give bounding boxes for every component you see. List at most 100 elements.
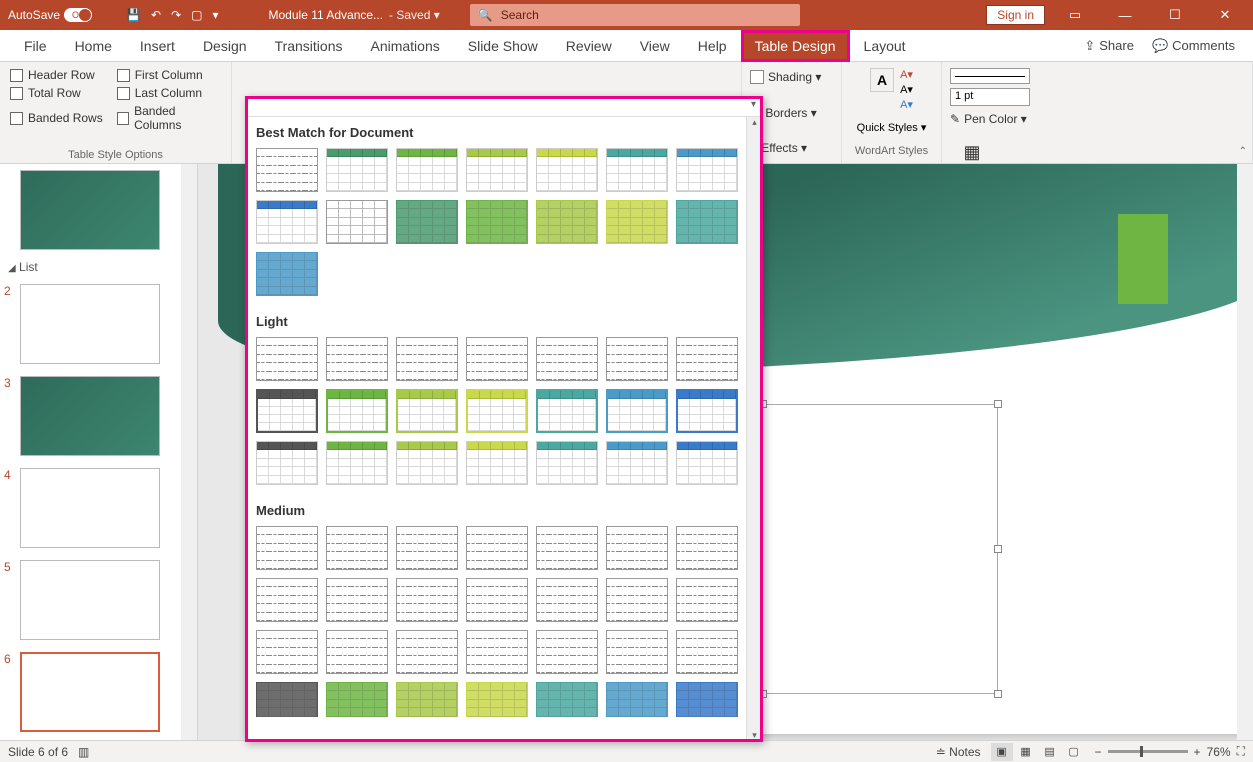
- tab-design[interactable]: Design: [189, 30, 261, 62]
- tab-help[interactable]: Help: [684, 30, 741, 62]
- zoom-in-button[interactable]: +: [1194, 745, 1201, 759]
- table-style-thumb[interactable]: [396, 389, 458, 433]
- table-style-thumb[interactable]: [326, 630, 388, 674]
- text-outline-icon[interactable]: A▾: [900, 83, 913, 96]
- undo-icon[interactable]: ↶: [151, 8, 161, 22]
- table-style-thumb[interactable]: [606, 148, 668, 192]
- table-style-thumb[interactable]: [396, 200, 458, 244]
- table-style-thumb[interactable]: [466, 200, 528, 244]
- share-button[interactable]: ⇪Share: [1076, 34, 1142, 58]
- sign-in-button[interactable]: Sign in: [986, 5, 1045, 25]
- total-row-checkbox[interactable]: Total Row: [10, 86, 103, 100]
- table-style-thumb[interactable]: [676, 389, 738, 433]
- table-style-thumb[interactable]: [326, 389, 388, 433]
- text-fill-icon[interactable]: A▾: [900, 68, 913, 81]
- table-style-thumb[interactable]: [326, 441, 388, 485]
- shading-button[interactable]: Shading ▾: [750, 68, 833, 86]
- table-style-thumb[interactable]: [676, 578, 738, 622]
- tab-view[interactable]: View: [626, 30, 684, 62]
- tab-slideshow[interactable]: Slide Show: [454, 30, 552, 62]
- reading-view-button[interactable]: ▤: [1039, 743, 1061, 761]
- gallery-scroll-area[interactable]: Best Match for Document Light Medium Dar…: [246, 117, 762, 717]
- normal-view-button[interactable]: ▣: [991, 743, 1013, 761]
- table-style-thumb[interactable]: [536, 441, 598, 485]
- tab-layout[interactable]: Layout: [850, 30, 920, 62]
- banded-rows-checkbox[interactable]: Banded Rows: [10, 104, 103, 132]
- tab-file[interactable]: File: [10, 30, 61, 62]
- pen-style-select[interactable]: [950, 68, 1030, 84]
- table-style-thumb[interactable]: [256, 682, 318, 717]
- header-row-checkbox[interactable]: Header Row: [10, 68, 103, 82]
- save-status[interactable]: - Saved ▾: [389, 8, 440, 22]
- table-style-thumb[interactable]: [466, 389, 528, 433]
- redo-icon[interactable]: ↷: [171, 8, 181, 22]
- table-style-thumb[interactable]: [256, 148, 318, 192]
- table-style-thumb[interactable]: [676, 526, 738, 570]
- table-style-thumb[interactable]: [396, 148, 458, 192]
- sorter-view-button[interactable]: ▦: [1015, 743, 1037, 761]
- table-style-thumb[interactable]: [676, 630, 738, 674]
- pen-weight-select[interactable]: 1 pt: [950, 88, 1030, 106]
- table-style-thumb[interactable]: [676, 441, 738, 485]
- quick-styles-button[interactable]: A: [870, 68, 894, 92]
- zoom-out-button[interactable]: −: [1095, 745, 1102, 759]
- table-style-thumb[interactable]: [326, 578, 388, 622]
- tab-review[interactable]: Review: [552, 30, 626, 62]
- slide-thumb-6[interactable]: [20, 652, 160, 732]
- table-style-thumb[interactable]: [606, 578, 668, 622]
- slide-counter[interactable]: Slide 6 of 6: [8, 745, 68, 759]
- save-icon[interactable]: 💾: [126, 8, 141, 22]
- pen-color-button[interactable]: ✎Pen Color ▾: [950, 110, 1030, 128]
- table-style-thumb[interactable]: [396, 630, 458, 674]
- table-style-thumb[interactable]: [256, 389, 318, 433]
- table-style-thumb[interactable]: [466, 682, 528, 717]
- tab-home[interactable]: Home: [61, 30, 126, 62]
- table-style-thumb[interactable]: [256, 200, 318, 244]
- table-style-thumb[interactable]: [676, 200, 738, 244]
- canvas-vertical-scrollbar[interactable]: [1237, 164, 1253, 740]
- slideshow-icon[interactable]: ▢: [191, 8, 202, 22]
- zoom-control[interactable]: − + 76% ⛶: [1095, 744, 1245, 759]
- table-style-thumb[interactable]: [256, 337, 318, 381]
- table-style-thumb[interactable]: [536, 148, 598, 192]
- tab-transitions[interactable]: Transitions: [261, 30, 357, 62]
- table-style-thumb[interactable]: [396, 441, 458, 485]
- table-style-thumb[interactable]: [606, 389, 668, 433]
- table-style-thumb[interactable]: [256, 441, 318, 485]
- close-button[interactable]: ✕: [1205, 0, 1245, 30]
- table-style-thumb[interactable]: [396, 682, 458, 717]
- table-style-thumb[interactable]: [326, 337, 388, 381]
- tab-table-design[interactable]: Table Design: [741, 30, 850, 62]
- gallery-collapse-row[interactable]: [246, 97, 762, 117]
- customize-qat-icon[interactable]: ▾: [212, 8, 218, 22]
- text-effects-icon[interactable]: A▾: [900, 98, 913, 111]
- tab-insert[interactable]: Insert: [126, 30, 189, 62]
- accessibility-icon[interactable]: ▥: [78, 745, 89, 759]
- table-style-thumb[interactable]: [606, 630, 668, 674]
- table-style-thumb[interactable]: [396, 526, 458, 570]
- table-style-thumb[interactable]: [536, 337, 598, 381]
- table-style-thumb[interactable]: [606, 200, 668, 244]
- resize-handle[interactable]: [994, 690, 1002, 698]
- table-style-thumb[interactable]: [536, 682, 598, 717]
- table-style-thumb[interactable]: [256, 578, 318, 622]
- banded-columns-checkbox[interactable]: Banded Columns: [117, 104, 221, 132]
- table-style-thumb[interactable]: [466, 148, 528, 192]
- slide-thumb-2[interactable]: [20, 284, 160, 364]
- table-style-thumb[interactable]: [466, 630, 528, 674]
- table-style-thumb[interactable]: [466, 441, 528, 485]
- table-style-thumb[interactable]: [676, 148, 738, 192]
- table-style-thumb[interactable]: [606, 337, 668, 381]
- fit-to-window-button[interactable]: ⛶: [1237, 744, 1245, 759]
- table-style-thumb[interactable]: [606, 526, 668, 570]
- slide-thumb-1[interactable]: [20, 170, 160, 250]
- notes-button[interactable]: ≐ Notes: [936, 745, 981, 759]
- table-style-thumb[interactable]: [396, 337, 458, 381]
- slide-thumb-5[interactable]: [20, 560, 160, 640]
- table-style-thumb[interactable]: [676, 337, 738, 381]
- table-style-thumb[interactable]: [256, 252, 318, 296]
- table-style-thumb[interactable]: [466, 526, 528, 570]
- search-box[interactable]: 🔍 Search: [470, 4, 800, 26]
- section-header[interactable]: ◢ List: [0, 256, 197, 278]
- zoom-slider[interactable]: [1108, 750, 1188, 753]
